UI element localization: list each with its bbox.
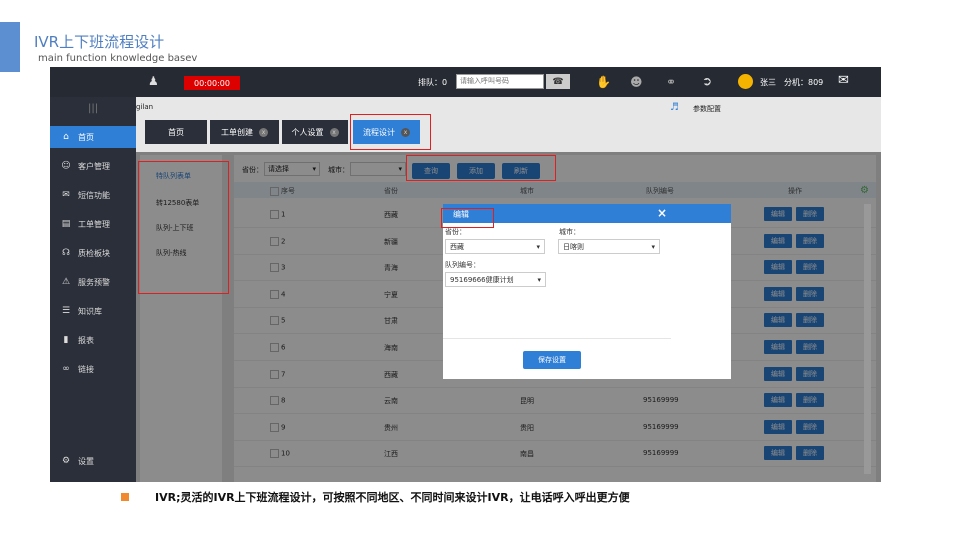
logo-area bbox=[56, 67, 128, 97]
sidebar-item-home[interactable]: ⌂ 首页 bbox=[50, 126, 136, 148]
sidebar-item-label: 首页 bbox=[78, 132, 94, 142]
highlight-box-tab bbox=[350, 114, 431, 150]
chevron-down-icon: ▾ bbox=[537, 275, 541, 284]
slide-subtitle: main function knowledge basev bbox=[38, 53, 198, 64]
tab-label: 工单创建 bbox=[221, 127, 253, 137]
sidebar-item-label: 服务预警 bbox=[78, 277, 110, 287]
sidebar-item-label: 报表 bbox=[78, 335, 94, 345]
message-icon[interactable]: ✉ bbox=[838, 73, 849, 88]
sidebar-item-label: 客户管理 bbox=[78, 161, 110, 171]
save-settings-button[interactable]: 保存设置 bbox=[523, 351, 581, 369]
province-value: 西藏 bbox=[450, 242, 464, 251]
queue-count: 排队：0 bbox=[418, 78, 448, 87]
close-icon[interactable]: x bbox=[259, 127, 268, 137]
sidebar-item-settings[interactable]: ⚙ 设置 bbox=[50, 450, 136, 472]
bullet-icon bbox=[121, 493, 129, 501]
sidebar-item-report[interactable]: ▮ 报表 bbox=[50, 329, 136, 351]
sidebar-item-label: 短信功能 bbox=[78, 190, 110, 200]
headset-icon: ☊ bbox=[62, 248, 70, 258]
tab-label: 首页 bbox=[168, 127, 184, 137]
logout-icon[interactable]: ➲ bbox=[702, 74, 712, 88]
table-scrollbar[interactable] bbox=[864, 204, 871, 474]
speaker-icon: ♬ bbox=[670, 102, 679, 113]
tab-personal-settings[interactable]: 个人设置 x bbox=[282, 120, 348, 144]
province-label: 省份： bbox=[445, 228, 466, 236]
sidebar-item-label: 知识库 bbox=[78, 306, 102, 316]
book-icon: ☰ bbox=[61, 306, 71, 316]
slide-title: IVR上下班流程设计 bbox=[34, 33, 165, 51]
close-icon[interactable]: x bbox=[329, 127, 339, 137]
top-bar: ♟ 00:00:00 排队：0 ☎ ✋ ☻ ⚭ ➲ 张三 分机：809 ✉ bbox=[50, 67, 881, 97]
phone-icon: ☎ bbox=[552, 76, 564, 87]
sidebar-item-link[interactable]: ∞ 链接 bbox=[50, 358, 136, 380]
city-label: 城市： bbox=[559, 228, 580, 236]
tab-home[interactable]: 首页 bbox=[145, 120, 207, 144]
app-window: ♟ 00:00:00 排队：0 ☎ ✋ ☻ ⚭ ➲ 张三 分机：809 ✉ ||… bbox=[50, 67, 881, 482]
highlight-box-submenu bbox=[138, 161, 229, 294]
slide-caption: IVR;灵活的IVR上下班流程设计，可按照不同地区、不同时间来设计IVR，让电话… bbox=[155, 491, 630, 504]
breadcrumb: gilan bbox=[136, 103, 154, 111]
queue-select[interactable]: 95169666健康计划 ▾ bbox=[445, 272, 546, 287]
sidebar-item-alert[interactable]: ⚠ 服务预警 bbox=[50, 271, 136, 293]
customer-icon: ☺ bbox=[61, 161, 71, 171]
highlight-box-dialog-title bbox=[441, 208, 494, 228]
user-icon: ♟ bbox=[148, 74, 159, 88]
sidebar-item-customer[interactable]: ☺ 客户管理 bbox=[50, 155, 136, 177]
dial-input[interactable] bbox=[456, 74, 544, 89]
menu-collapse-icon[interactable]: ||| bbox=[88, 103, 98, 114]
chart-icon: ▮ bbox=[63, 335, 69, 345]
sidebar-item-label: 链接 bbox=[78, 364, 94, 374]
sidebar-item-quality[interactable]: ☊ 质检板块 bbox=[50, 242, 136, 264]
queue-label: 队列编号： bbox=[445, 261, 480, 269]
tab-label: 个人设置 bbox=[291, 127, 324, 137]
transfer-icon[interactable]: ⚭ bbox=[666, 75, 676, 89]
alarm-icon: ⚠ bbox=[61, 277, 71, 287]
sidebar-item-label: 设置 bbox=[78, 456, 94, 466]
close-icon[interactable]: × bbox=[657, 206, 667, 220]
chevron-down-icon: ▾ bbox=[536, 242, 540, 251]
sidebar-item-sms[interactable]: ✉ 短信功能 bbox=[50, 184, 136, 206]
conference-icon[interactable]: ☻ bbox=[630, 75, 643, 89]
slide-accent-bar bbox=[0, 22, 20, 72]
city-select[interactable]: 日喀则 ▾ bbox=[558, 239, 660, 254]
link-icon: ∞ bbox=[62, 364, 70, 374]
mail-icon: ✉ bbox=[62, 190, 70, 200]
edit-dialog: 编辑 × 省份： 西藏 ▾ 城市： 日喀则 ▾ 队列编号： 95169666健康计划… bbox=[443, 204, 731, 379]
sidebar-item-ticket[interactable]: ▤ 工单管理 bbox=[50, 213, 136, 235]
highlight-box-buttons bbox=[406, 155, 556, 181]
chevron-down-icon: ▾ bbox=[651, 242, 655, 251]
call-timer: 00:00:00 bbox=[184, 76, 240, 90]
sidebar-item-label: 工单管理 bbox=[78, 219, 110, 229]
hold-icon[interactable]: ✋ bbox=[596, 75, 611, 89]
province-select[interactable]: 西藏 ▾ bbox=[445, 239, 545, 254]
home-icon: ⌂ bbox=[63, 132, 69, 142]
dial-button[interactable]: ☎ bbox=[546, 74, 570, 89]
ticket-icon: ▤ bbox=[61, 219, 71, 229]
queue-value: 95169666健康计划 bbox=[450, 275, 514, 284]
gear-icon: ⚙ bbox=[61, 456, 71, 466]
tab-ticket-create[interactable]: 工单创建 x bbox=[210, 120, 279, 144]
config-link[interactable]: 参数配置 bbox=[693, 104, 721, 114]
sidebar-item-label: 质检板块 bbox=[78, 248, 110, 258]
user-name: 张三 bbox=[760, 78, 776, 87]
sidebar-item-knowledge[interactable]: ☰ 知识库 bbox=[50, 300, 136, 322]
dialog-divider bbox=[443, 338, 671, 339]
city-value: 日喀则 bbox=[563, 242, 584, 251]
extension-number: 分机：809 bbox=[784, 78, 824, 87]
avatar[interactable] bbox=[738, 74, 753, 89]
